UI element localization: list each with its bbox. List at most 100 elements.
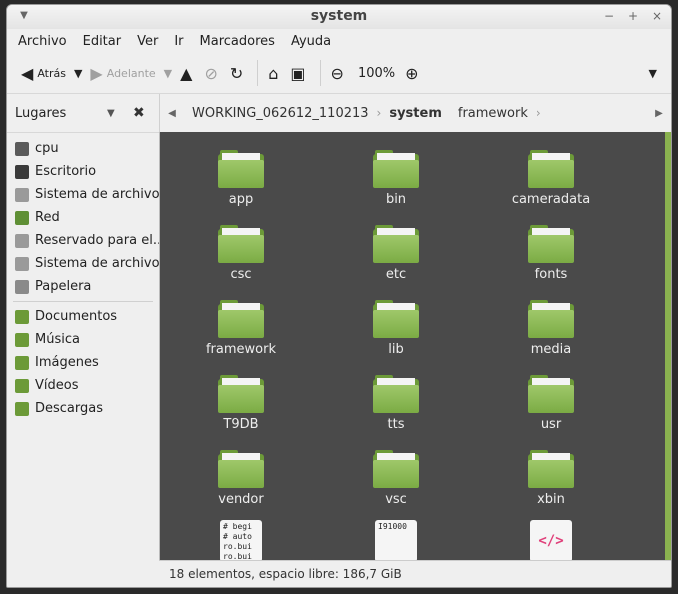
file-item[interactable]: </> xyxy=(486,520,616,561)
text-file-icon: I91000 xyxy=(375,520,417,561)
folder-item[interactable]: etc xyxy=(331,225,461,282)
file-name: lib xyxy=(388,342,404,357)
folder-icon xyxy=(218,150,264,188)
chevron-down-icon: ▼ xyxy=(163,66,173,80)
close-icon[interactable]: × xyxy=(649,8,665,24)
sidebar-header: Lugares ▼ ✖ xyxy=(7,94,159,133)
computer-button[interactable]: ▣ xyxy=(286,58,313,88)
sidebar-item[interactable]: Sistema de archivo... xyxy=(7,252,159,275)
sidebar-item-label: Escritorio xyxy=(35,164,97,179)
sidebar-item[interactable]: Red xyxy=(7,206,159,229)
menu-archivo[interactable]: Archivo xyxy=(15,32,70,51)
file-name: usr xyxy=(540,417,562,432)
folder-item[interactable]: bin xyxy=(331,150,461,207)
home-icon xyxy=(15,141,29,156)
zoom-in-button[interactable]: ⊕ xyxy=(401,58,426,88)
sidebar-item[interactable]: Documentos xyxy=(7,305,159,328)
home-icon: ⌂ xyxy=(268,63,279,83)
folder-item[interactable]: lib xyxy=(331,300,461,357)
folder-item[interactable]: usr xyxy=(486,375,616,432)
back-button[interactable]: ◀ Atrás xyxy=(17,58,70,88)
up-button[interactable]: ▲ xyxy=(176,58,200,88)
stop-button[interactable]: ⊘ xyxy=(200,58,225,88)
file-name: app xyxy=(228,192,254,207)
forward-button[interactable]: ▶ Adelante xyxy=(86,58,159,88)
folder-item[interactable]: T9DB xyxy=(176,375,306,432)
breadcrumb-working[interactable]: WORKING_062612_110213 xyxy=(184,106,377,121)
folder-icon xyxy=(218,375,264,413)
desktop-icon xyxy=(15,164,29,179)
menu-ayuda[interactable]: Ayuda xyxy=(288,32,334,51)
zoom-out-icon: ⊖ xyxy=(330,63,344,83)
sidebar-item[interactable]: Papelera xyxy=(7,275,159,298)
path-left-arrow-icon[interactable]: ◀ xyxy=(160,108,184,119)
zoom-in-icon: ⊕ xyxy=(405,63,419,83)
sidebar-item[interactable]: cpu xyxy=(7,137,159,160)
folder-item[interactable]: tts xyxy=(331,375,461,432)
sidebar-item[interactable]: Imágenes xyxy=(7,351,159,374)
sidebar-mode-dropdown-icon[interactable]: ▼ xyxy=(107,108,115,119)
sidebar-item-label: Red xyxy=(35,210,60,225)
sidebar-item[interactable]: Descargas xyxy=(7,397,159,420)
file-name: media xyxy=(530,342,572,357)
folder-icon xyxy=(373,150,419,188)
home-button[interactable]: ⌂ xyxy=(264,58,286,88)
file-view[interactable]: app bin cameradata csc etc fonts framework lib m… xyxy=(159,132,665,561)
scrollbar[interactable] xyxy=(665,132,671,561)
reload-button[interactable]: ↻ xyxy=(226,58,251,88)
sidebar-item[interactable]: Escritorio xyxy=(7,160,159,183)
drive-icon xyxy=(15,187,29,202)
forward-history-dropdown[interactable]: ▼ xyxy=(160,58,176,88)
file-name: T9DB xyxy=(223,417,259,432)
folder-item[interactable]: cameradata xyxy=(486,150,616,207)
folder-item[interactable]: fonts xyxy=(486,225,616,282)
minimize-icon[interactable]: − xyxy=(601,8,617,24)
sidebar-title: Lugares xyxy=(15,105,67,121)
maximize-icon[interactable]: + xyxy=(625,8,641,24)
folder-item[interactable]: vsc xyxy=(331,450,461,507)
folder-item[interactable]: xbin xyxy=(486,450,616,507)
chevron-down-icon: ▼ xyxy=(73,66,83,80)
folder-item[interactable]: app xyxy=(176,150,306,207)
back-history-dropdown[interactable]: ▼ xyxy=(70,58,86,88)
zoom-out-button[interactable]: ⊖ xyxy=(327,58,352,88)
folder-item[interactable]: vendor xyxy=(176,450,306,507)
toolbar-separator xyxy=(319,60,321,86)
arrow-left-icon: ◀ xyxy=(21,63,34,83)
sidebar-close-icon[interactable]: ✖ xyxy=(133,105,145,121)
folder-icon xyxy=(373,375,419,413)
menu-editar[interactable]: Editar xyxy=(80,32,125,51)
folder-item[interactable]: framework xyxy=(176,300,306,357)
view-menu-button[interactable]: ▼ xyxy=(645,58,661,88)
menu-marcadores[interactable]: Marcadores xyxy=(197,32,278,51)
sidebar-item[interactable]: Vídeos xyxy=(7,374,159,397)
folder-item[interactable]: csc xyxy=(176,225,306,282)
menu-ver[interactable]: Ver xyxy=(134,32,161,51)
file-name: bin xyxy=(385,192,407,207)
breadcrumb-system[interactable]: system xyxy=(381,106,450,121)
title-bar: ▼ system − + × xyxy=(7,5,671,29)
sidebar-item-label: cpu xyxy=(35,141,59,156)
folder-icon xyxy=(528,450,574,488)
folder-icon xyxy=(528,300,574,338)
file-name: fonts xyxy=(534,267,568,282)
file-item[interactable]: I91000 xyxy=(331,520,461,561)
path-right-arrow-icon[interactable]: ▶ xyxy=(647,108,671,119)
file-item[interactable]: # begi # auto ro.bui ro.bui xyxy=(176,520,306,561)
sidebar-item[interactable]: Música xyxy=(7,328,159,351)
sidebar-item-label: Documentos xyxy=(35,309,118,324)
menu-ir[interactable]: Ir xyxy=(171,32,186,51)
breadcrumb-framework[interactable]: framework xyxy=(450,106,536,121)
folder-item[interactable]: media xyxy=(486,300,616,357)
file-name: etc xyxy=(385,267,407,282)
file-name: cameradata xyxy=(511,192,591,207)
folder-icon xyxy=(218,300,264,338)
file-name: xbin xyxy=(537,492,565,507)
pictures-icon xyxy=(15,355,29,370)
arrow-right-icon: ▶ xyxy=(90,63,103,83)
sidebar-item[interactable]: Reservado para el... xyxy=(7,229,159,252)
sidebar-separator xyxy=(13,301,153,302)
breadcrumb-separator-icon: › xyxy=(535,106,541,120)
drive-icon xyxy=(15,256,29,271)
sidebar-item[interactable]: Sistema de archivo... xyxy=(7,183,159,206)
